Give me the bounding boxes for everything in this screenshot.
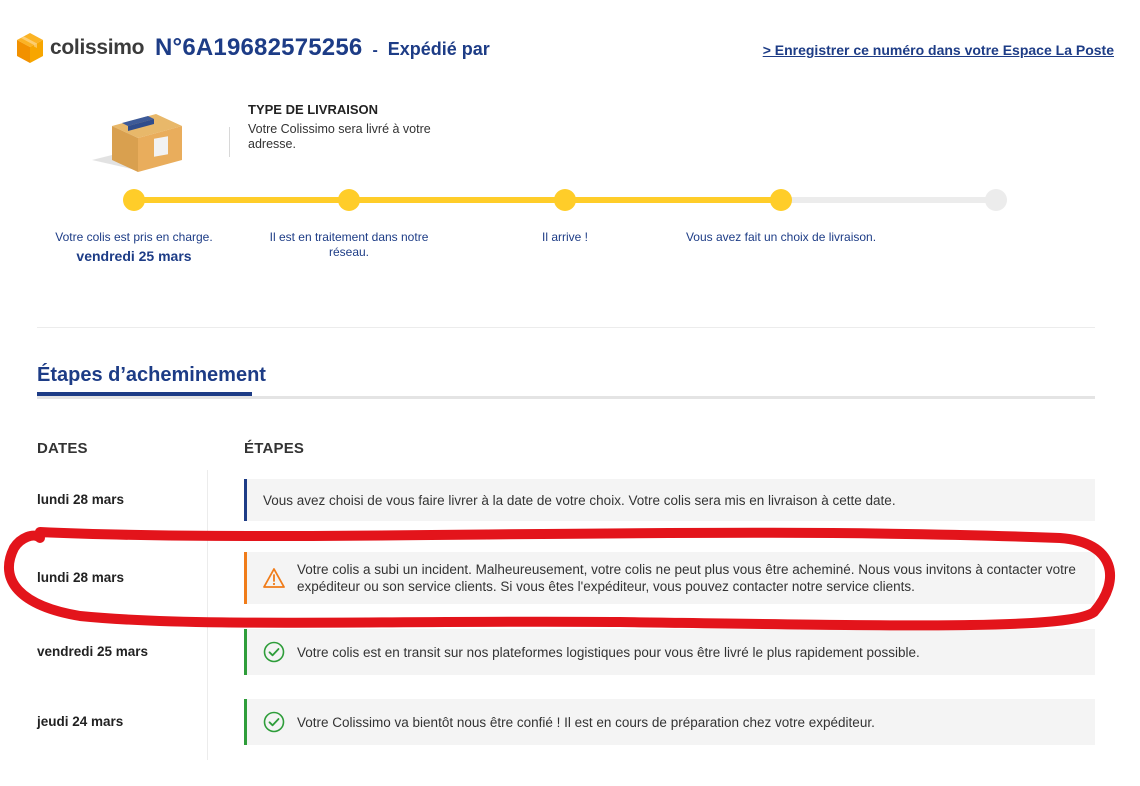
progress-step-text: Il est en traitement dans notre réseau. — [269, 230, 429, 259]
delivery-type-text: Votre Colissimo sera livré à votre adres… — [248, 122, 431, 151]
progress-step-label: Il arrive ! — [505, 230, 625, 245]
section-title: Étapes d’acheminement — [37, 364, 266, 386]
progress-step-text: Il arrive ! — [541, 230, 588, 244]
progress-step-dot — [985, 189, 1007, 211]
section-underline — [37, 396, 1095, 399]
tracking-heading: N°6A19682575256 - Expédié par — [155, 34, 490, 62]
delivery-type-title: TYPE DE LIVRAISON — [248, 102, 379, 117]
parcel-box-icon — [92, 114, 182, 172]
step-date: lundi 28 mars — [37, 570, 125, 585]
progress-step-date: vendredi 25 mars — [76, 248, 192, 264]
section-separator — [37, 327, 1095, 328]
progress-step-label: Vous avez fait un choix de livraison. — [676, 230, 886, 245]
progress-step-dot — [123, 189, 145, 211]
brand-name: colissimo — [50, 36, 145, 59]
tracking-step-row: Votre colis est en transit sur nos plate… — [244, 629, 1095, 675]
progress-step-label: Il est en traitement dans notre réseau. — [259, 230, 439, 260]
check-circle-icon — [263, 711, 285, 733]
tracking-separator: - — [372, 42, 378, 59]
tracking-step-row: Votre colis a subi un incident. Malheure… — [244, 552, 1095, 604]
register-tracking-link[interactable]: > Enregistrer ce numéro dans votre Espac… — [763, 42, 1114, 58]
progress-step-text: Votre colis est pris en charge. — [55, 230, 213, 244]
step-date: vendredi 25 mars — [37, 644, 149, 659]
column-header-dates: DATES — [37, 440, 88, 457]
tracking-step-row: Vous avez choisi de vous faire livrer à … — [244, 479, 1095, 521]
step-description: Votre colis a subi un incident. Malheure… — [297, 562, 1076, 594]
check-circle-icon — [263, 641, 285, 663]
progress-step-dot — [338, 189, 360, 211]
tracking-step-row: Votre Colissimo va bientôt nous être con… — [244, 699, 1095, 745]
tracking-number: N°6A19682575256 — [155, 34, 363, 61]
delivery-divider — [229, 127, 230, 157]
progress-step-label: Votre colis est pris en charge. vendredi … — [39, 230, 229, 264]
progress-step-dot — [770, 189, 792, 211]
step-description: Votre colis est en transit sur nos plate… — [297, 644, 920, 660]
step-date: jeudi 24 mars — [37, 714, 124, 729]
progress-fill — [134, 197, 781, 203]
tracking-status: Expédié par — [387, 39, 490, 59]
warning-triangle-icon — [263, 567, 285, 589]
brand[interactable]: colissimo — [16, 32, 144, 64]
colissimo-box-icon — [17, 33, 43, 63]
step-description: Vous avez choisi de vous faire livrer à … — [263, 492, 896, 508]
timeline-divider — [207, 470, 208, 760]
column-header-steps: ÉTAPES — [244, 440, 305, 457]
step-description: Votre Colissimo va bientôt nous être con… — [297, 714, 875, 730]
progress-step-text: Vous avez fait un choix de livraison. — [685, 230, 877, 244]
progress-step-dot — [554, 189, 576, 211]
header: colissimo N°6A19682575256 - Expédié par … — [0, 0, 1140, 90]
section-underline-accent — [37, 392, 252, 396]
step-date: lundi 28 mars — [37, 492, 125, 507]
